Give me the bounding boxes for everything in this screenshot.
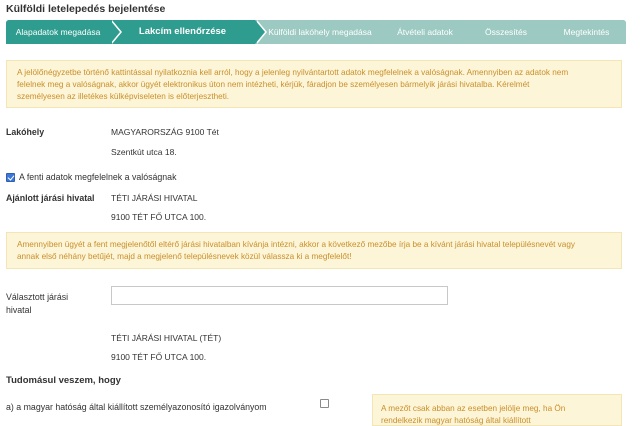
notice-line: rendelkezik magyar hatóság által kiállít… [381,416,531,425]
recommended-office-address: 9100 TÉT FŐ UTCA 100. [111,212,207,222]
page-title: Külföldi letelepedés bejelentése [6,3,166,15]
notice-line: Amennyiben ügyét a fent megjelenőtől elt… [17,240,575,249]
office-search-input[interactable] [111,286,448,305]
confirm-data-label: A fenti adatok megfelelnek a valóságnak [19,172,177,182]
step-view[interactable]: Megtekintés [547,20,626,44]
recommended-office-label: Ajánlott járási hivatal [6,193,95,203]
step-label: Lakcím ellenőrzése [138,26,227,37]
notice-other-office: Amennyiben ügyét a fent megjelenőtől elt… [6,232,622,269]
step-label: Külföldi lakóhely megadása [268,27,372,37]
step-address-check[interactable]: Lakcím ellenőrzése [110,20,267,44]
confirm-data-checkbox[interactable] [6,173,15,182]
residence-label: Lakóhely [6,127,45,137]
notice-line: személyesen az illetékes külképviseleten… [17,92,230,101]
notice-line: A jelölőnégyzetbe történő kattintással n… [17,68,569,77]
step-foreign-residence[interactable]: Külföldi lakóhely megadása [255,20,385,44]
step-label: Átvételi adatok [397,27,453,37]
notice-line: felelnek meg a valóságnak, akkor ügyét e… [17,80,530,89]
label-line: hivatal [6,305,32,315]
step-arrow-icon [255,20,265,44]
notice-line: A mezőt csak abban az esetben jelölje me… [381,404,566,413]
step-label: Összesítés [484,27,528,37]
step-arrow-icon [110,20,120,44]
notice-id-card: A mezőt csak abban az esetben jelölje me… [372,394,622,426]
step-label: Alapadatok megadása [15,27,101,37]
label-line: Választott járási [6,292,69,302]
recommended-office-name: TÉTI JÁRÁSI HIVATAL [111,193,198,203]
step-basic-data[interactable]: Alapadatok megadása [6,20,122,44]
selected-office-name: TÉTI JÁRÁSI HIVATAL (TÉT) [111,333,222,343]
notice-line: annak első néhány betűjét, majd a megjel… [17,252,352,261]
acknowledge-item-a-checkbox[interactable] [320,399,329,408]
acknowledge-item-a-label: a) a magyar hatóság által kiállított sze… [6,402,267,412]
step-summary[interactable]: Összesítés [465,20,547,44]
selected-office-label: Választott járási hivatal [6,291,68,317]
residence-line1: MAGYARORSZÁG 9100 Tét [111,127,219,137]
acknowledge-heading: Tudomásul veszem, hogy [6,375,121,386]
step-pickup-data[interactable]: Átvételi adatok [385,20,465,44]
residence-line2: Szentkút utca 18. [111,147,177,157]
wizard-steps: Alapadatok megadása Lakcím ellenőrzése K… [6,20,626,44]
step-label: Megtekintés [563,27,610,37]
notice-confirm-data: A jelölőnégyzetbe történő kattintással n… [6,60,622,108]
selected-office-address: 9100 TÉT FŐ UTCA 100. [111,352,207,362]
